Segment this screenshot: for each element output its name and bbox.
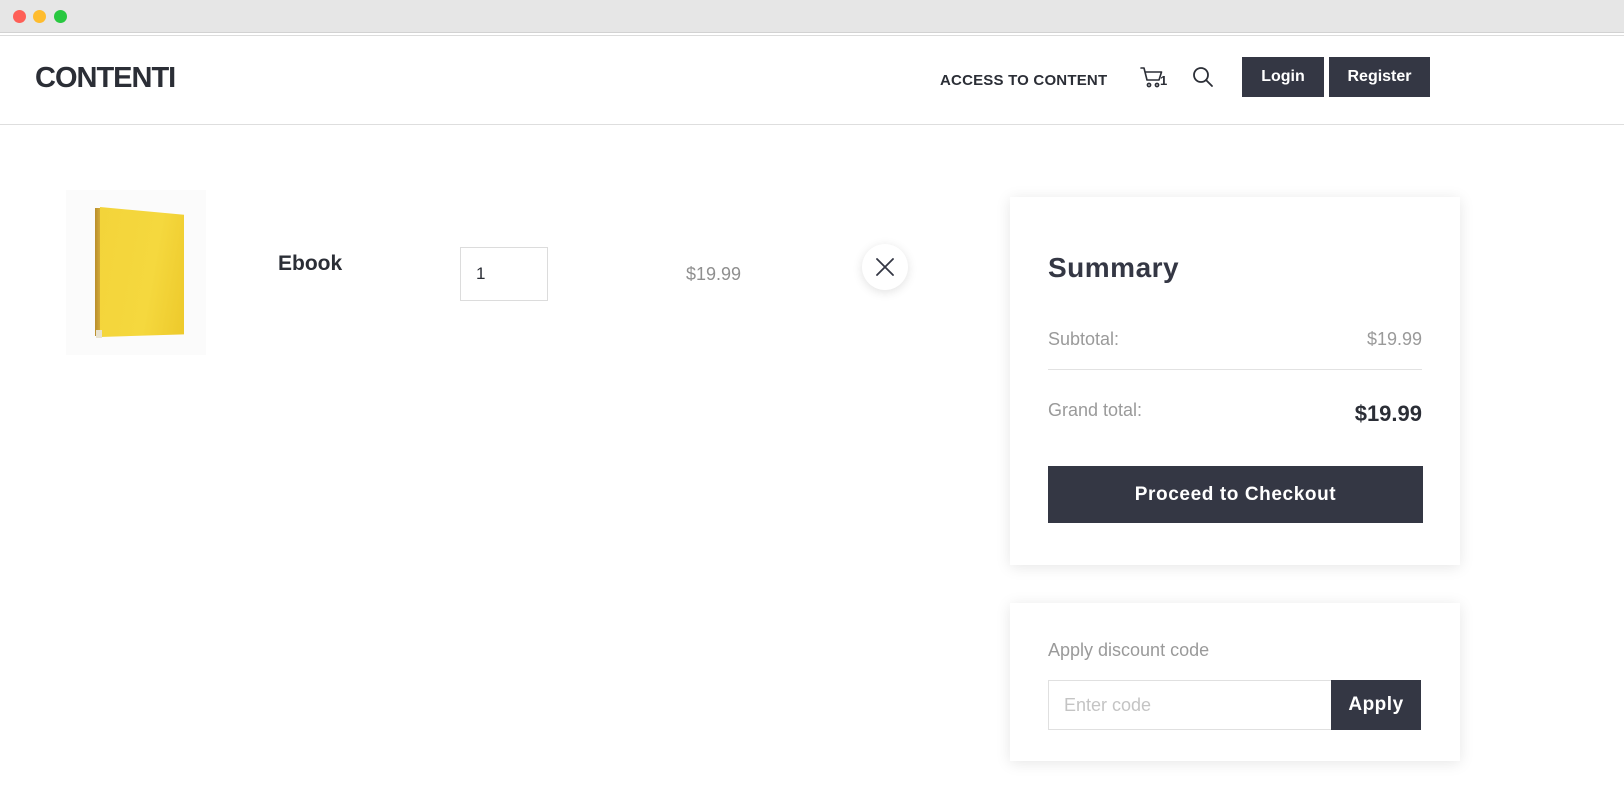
discount-code-input[interactable] [1048,680,1331,730]
order-summary-card: Summary Subtotal: $19.99 Grand total: $1… [1010,197,1460,565]
cart-count-badge: 1 [1160,73,1168,88]
discount-code-card: Apply discount code Apply [1010,603,1460,761]
search-button[interactable] [1192,66,1214,88]
window-maximize-dot[interactable] [54,10,67,23]
close-icon [876,258,894,276]
apply-discount-button[interactable]: Apply [1331,680,1421,730]
search-icon [1193,67,1213,87]
proceed-to-checkout-button[interactable]: Proceed to Checkout [1048,466,1423,523]
register-button[interactable]: Register [1329,57,1430,97]
grand-total-label: Grand total: [1048,400,1143,420]
item-price: $19.99 [686,264,742,284]
window-minimize-dot[interactable] [33,10,46,23]
site-header: CONTENTI ACCESS TO CONTENT 1 Login Regis… [0,36,1624,125]
nav-link-access-to-content[interactable]: ACCESS TO CONTENT [940,72,1107,89]
quantity-input[interactable] [460,247,548,301]
cart-button[interactable]: 1 [1140,65,1172,91]
grand-total-value: $19.99 [1354,401,1422,426]
browser-chrome [0,0,1624,33]
product-image-ebook [66,190,206,355]
summary-divider [1048,369,1422,370]
window-close-dot[interactable] [13,10,26,23]
login-button[interactable]: Login [1242,57,1324,97]
summary-title: Summary [1048,252,1180,283]
site-logo[interactable]: CONTENTI [35,62,176,95]
discount-title: Apply discount code [1048,640,1210,660]
remove-item-button[interactable] [862,244,908,290]
product-name[interactable]: Ebook [278,252,342,276]
book-cover [100,207,184,337]
subtotal-label: Subtotal: [1048,329,1120,349]
subtotal-value: $19.99 [1366,329,1422,349]
